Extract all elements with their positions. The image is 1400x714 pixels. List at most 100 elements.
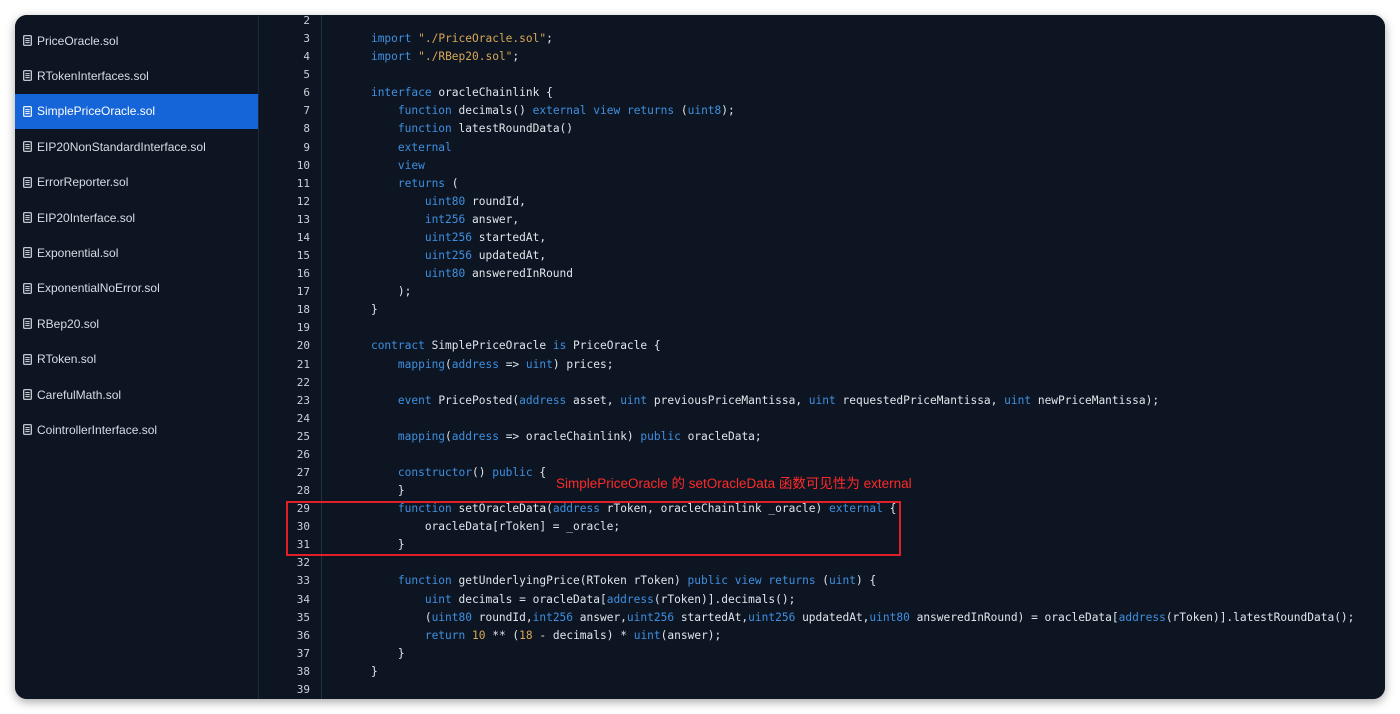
sidebar-file-cointrollerinterface[interactable]: CointrollerInterface.sol: [15, 412, 258, 447]
code-token-kw: external: [532, 104, 587, 118]
code-token: }: [344, 484, 405, 498]
line-number: 21: [296, 357, 310, 371]
line-number: 13: [296, 212, 310, 226]
code-token: answer,: [465, 212, 520, 226]
code-token-str: "./PriceOracle.sol": [418, 32, 547, 46]
code-token-kw: uint256: [748, 610, 796, 624]
sidebar-file-priceoracle[interactable]: PriceOracle.sol: [15, 23, 258, 58]
sidebar-file-rbep20[interactable]: RBep20.sol: [15, 306, 258, 341]
code-token-kw: uint: [1004, 393, 1032, 407]
code-token-kw: uint8: [687, 104, 722, 118]
line-number: 2: [303, 15, 310, 27]
code-token: asset,: [566, 393, 621, 407]
line-number: 25: [296, 429, 310, 443]
code-token: (: [344, 610, 432, 624]
code-line: import "./PriceOracle.sol";: [344, 32, 553, 45]
code-line: int256 answer,: [344, 213, 519, 226]
code-token-kw: address: [552, 502, 600, 516]
code-token: roundId,: [471, 610, 533, 624]
code-token-kw: view: [593, 104, 621, 118]
code-token-kw: address: [451, 357, 499, 371]
sidebar-file-errorreporter[interactable]: ErrorReporter.sol: [15, 165, 258, 200]
code-token-kw: uint80: [431, 610, 472, 624]
code-token-kw: public: [492, 466, 533, 479]
code-token-kw: uint80: [424, 267, 466, 281]
line-number: 31: [296, 538, 310, 552]
line-number: 6: [303, 86, 310, 100]
code-token-kw: view: [397, 158, 425, 172]
code-token: {: [532, 466, 547, 479]
code-token-kw: is: [552, 339, 567, 353]
line-number: 12: [296, 194, 310, 208]
line-number: 10: [296, 158, 310, 172]
sidebar-file-label: SimplePriceOracle.sol: [37, 104, 156, 119]
code-token: }: [344, 303, 378, 317]
sidebar-file-rtoken[interactable]: RToken.sol: [15, 342, 258, 377]
code-token: => oracleChainlink): [498, 429, 641, 443]
code-token: (: [674, 104, 688, 118]
code-token: rToken, oracleChainlink _oracle): [599, 502, 829, 516]
code-token: ) prices;: [552, 357, 614, 371]
line-number: 16: [296, 267, 310, 281]
code-line: uint256 startedAt,: [344, 231, 546, 244]
sidebar-file-eip20interface[interactable]: EIP20Interface.sol: [15, 200, 258, 235]
code-token: decimals = oracleData[: [451, 592, 607, 606]
file-icon: [23, 105, 32, 117]
code-token: (rToken)].latestRoundData();: [1165, 610, 1355, 624]
sidebar-file-label: RToken.sol: [37, 352, 97, 367]
code-token-kw: uint80: [424, 194, 466, 208]
code-line: returns (: [344, 177, 459, 190]
sidebar-file-label: EIP20NonStandardInterface.sol: [37, 139, 206, 154]
sidebar-file-exponentialnoerror[interactable]: ExponentialNoError.sol: [15, 271, 258, 306]
code-token: answeredInRound) = oracleData[: [909, 610, 1119, 624]
code-token: PriceOracle {: [566, 339, 661, 353]
code-token: PricePosted(: [431, 393, 520, 407]
file-icon: [23, 70, 32, 82]
line-number: 38: [296, 664, 310, 678]
code-line: );: [344, 285, 411, 298]
code-line: uint256 updatedAt,: [344, 249, 546, 262]
code-line: import "./RBep20.sol";: [344, 50, 519, 63]
code-token-kw: contract: [370, 339, 425, 353]
gutter-divider: [321, 15, 322, 699]
code-line: return 10 ** (18 - decimals) * uint(answ…: [344, 629, 721, 642]
code-token-kw: returns: [768, 574, 816, 588]
file-icon: [23, 424, 32, 436]
line-number: 20: [296, 339, 310, 353]
file-icon: [23, 353, 32, 365]
sidebar-file-eip20nonstandardinterface[interactable]: EIP20NonStandardInterface.sol: [15, 129, 258, 164]
sidebar-file-simplepriceoracle[interactable]: SimplePriceOracle.sol: [15, 93, 258, 129]
code-token: (rToken)].decimals();: [653, 592, 796, 606]
code-token-kw: public: [640, 429, 681, 443]
line-number: 18: [296, 303, 310, 317]
file-icon: [23, 141, 32, 153]
code-token: latestRoundData(): [451, 122, 574, 136]
line-number: 32: [296, 556, 310, 570]
code-token-kw: address: [1118, 610, 1166, 624]
code-token: ) {: [856, 574, 877, 588]
sidebar-file-rtokeninterfaces[interactable]: RTokenInterfaces.sol: [15, 58, 258, 93]
code-line: view: [344, 159, 425, 172]
sidebar-file-carefulmath[interactable]: CarefulMath.sol: [15, 377, 258, 412]
code-token: }: [344, 664, 378, 678]
sidebar-file-exponential[interactable]: Exponential.sol: [15, 235, 258, 270]
code-token: (: [445, 357, 452, 371]
file-icon: [23, 247, 32, 259]
line-number: 14: [296, 230, 310, 244]
code-token-num: 18: [519, 628, 533, 642]
code-line: }: [344, 538, 405, 551]
code-editor[interactable]: SimplePriceOracle 的 setOracleData 函数可见性为…: [259, 15, 1385, 699]
code-token-kw: constructor: [397, 466, 472, 479]
sidebar-file-label: CointrollerInterface.sol: [37, 422, 158, 437]
sidebar-file-label: ErrorReporter.sol: [37, 175, 129, 190]
sidebar-file-label: ExponentialNoError.sol: [37, 281, 160, 296]
